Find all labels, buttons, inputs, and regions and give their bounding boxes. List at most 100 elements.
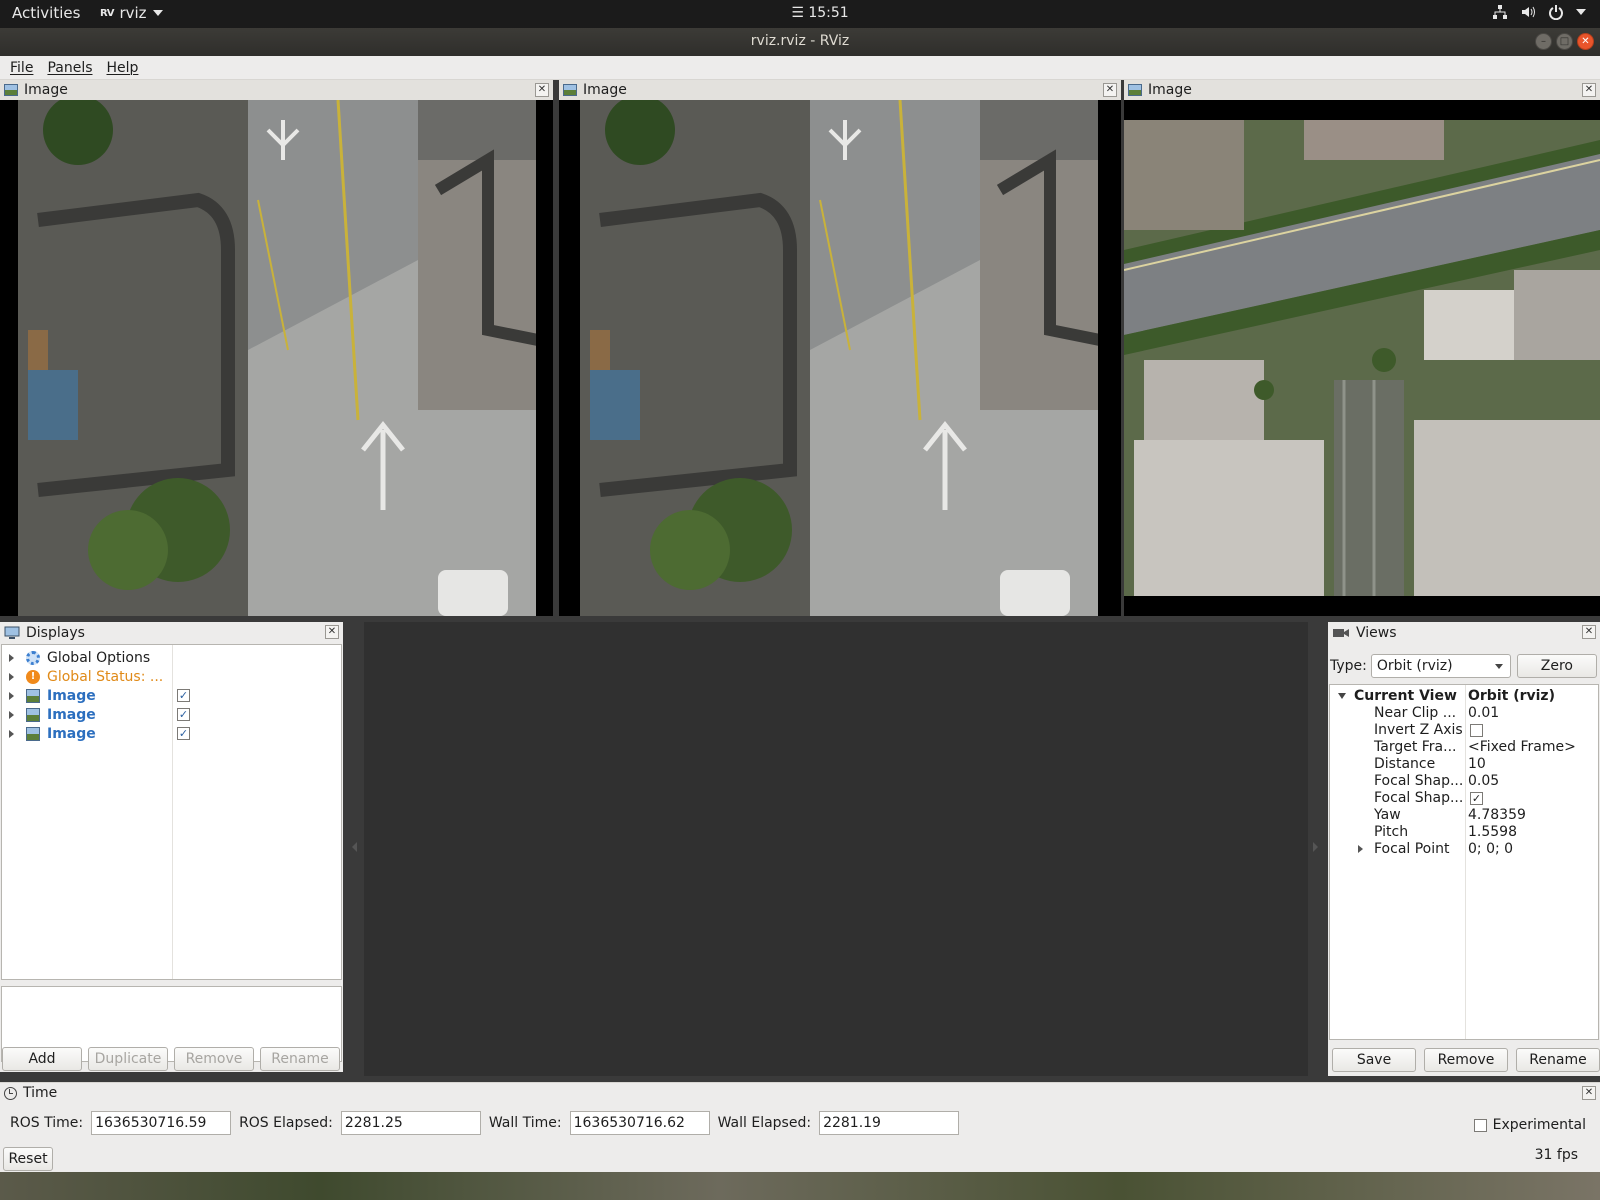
reset-button[interactable]: Reset (3, 1147, 53, 1171)
property-row[interactable]: Focal Shap... 0.05 (1330, 773, 1598, 790)
aerial-image-street (580, 100, 1098, 616)
image-panel-titlebar[interactable]: Image ✕ (1124, 80, 1600, 100)
remove-view-button[interactable]: Remove (1424, 1048, 1508, 1072)
property-value[interactable]: 10 (1468, 756, 1486, 772)
property-key: Yaw (1374, 807, 1401, 823)
image-viewport[interactable] (559, 100, 1121, 616)
tree-item-global-options[interactable]: Global Options (2, 648, 341, 667)
close-panel-button[interactable]: ✕ (1103, 83, 1117, 97)
close-panel-button[interactable]: ✕ (535, 83, 549, 97)
property-row[interactable]: Focal Point 0; 0; 0 (1330, 841, 1598, 858)
rviz-logo-icon: RV (100, 7, 114, 19)
collapse-right-arrow-icon[interactable] (1313, 842, 1318, 852)
collapse-arrow-icon[interactable] (1338, 693, 1346, 699)
view-properties-tree[interactable]: Current View Orbit (rviz) Near Clip ... … (1329, 684, 1599, 1040)
property-row[interactable]: Focal Shap... ✓ (1330, 790, 1598, 807)
expand-arrow-icon[interactable] (9, 729, 14, 738)
displays-panel-titlebar[interactable]: Displays ✕ (0, 622, 343, 644)
time-panel-titlebar[interactable]: Time (4, 1083, 57, 1103)
fps-readout: 31 fps (1534, 1147, 1578, 1163)
property-key: Target Fra... (1374, 739, 1457, 755)
wall-elapsed-field[interactable]: 2281.19 (819, 1111, 960, 1135)
image-viewport[interactable] (1124, 100, 1600, 616)
tree-item-label: Image (47, 725, 96, 742)
property-row[interactable]: Target Fra... <Fixed Frame> (1330, 739, 1598, 756)
close-panel-button[interactable]: ✕ (1582, 625, 1596, 639)
activities-button[interactable]: Activities (12, 4, 80, 22)
invert-z-checkbox[interactable] (1470, 724, 1483, 737)
render-3d-view[interactable] (364, 622, 1308, 1076)
image-panel-title: Image (583, 82, 627, 98)
menu-panels[interactable]: Panels (47, 60, 92, 76)
view-type-select[interactable]: Orbit (rviz) (1370, 654, 1511, 678)
ros-elapsed-field[interactable]: 2281.25 (340, 1111, 481, 1135)
enabled-checkbox[interactable]: ✓ (177, 708, 190, 721)
views-panel: Views ✕ Type: Orbit (rviz) Zero Current … (1328, 622, 1600, 1076)
experimental-checkbox[interactable] (1473, 1118, 1487, 1132)
property-key: Pitch (1374, 824, 1409, 840)
displays-tree[interactable]: Global Options ! Global Status: ... Imag… (1, 644, 342, 980)
current-view-label: Current View (1354, 688, 1457, 704)
focal-shape-checkbox[interactable]: ✓ (1470, 792, 1483, 805)
expand-arrow-icon[interactable] (9, 672, 14, 681)
image-icon (4, 84, 18, 96)
tree-item-image[interactable]: Image ✓ (2, 724, 341, 743)
close-window-button[interactable]: ✕ (1577, 33, 1594, 50)
property-value[interactable]: 1.5598 (1468, 824, 1517, 840)
ros-time-field[interactable]: 1636530716.59 (91, 1111, 232, 1135)
image-panel-3: Image ✕ (1124, 80, 1600, 616)
property-row[interactable]: Yaw 4.78359 (1330, 807, 1598, 824)
property-value[interactable]: 0; 0; 0 (1468, 841, 1513, 857)
property-row[interactable]: Near Clip ... 0.01 (1330, 705, 1598, 722)
menu-file[interactable]: File (10, 60, 33, 76)
view-type-value: Orbit (rviz) (1376, 658, 1453, 674)
zero-button[interactable]: Zero (1516, 654, 1597, 678)
remove-display-button[interactable]: Remove (174, 1047, 254, 1071)
collapse-left-arrow-icon[interactable] (352, 842, 357, 852)
minimize-button[interactable]: – (1535, 33, 1552, 50)
property-row[interactable]: Invert Z Axis (1330, 722, 1598, 739)
aerial-image-street (18, 100, 536, 616)
property-value[interactable]: 0.01 (1468, 705, 1499, 721)
property-value[interactable]: 4.78359 (1468, 807, 1526, 823)
close-panel-button[interactable]: ✕ (325, 625, 339, 639)
expand-arrow-icon[interactable] (9, 710, 14, 719)
gnome-top-bar: Activities RV rviz ☰ 15:51 (0, 0, 1600, 28)
property-row[interactable]: Pitch 1.5598 (1330, 824, 1598, 841)
save-view-button[interactable]: Save (1332, 1048, 1416, 1072)
menu-help[interactable]: Help (107, 60, 139, 76)
enabled-checkbox[interactable]: ✓ (177, 727, 190, 740)
experimental-label: Experimental (1492, 1117, 1586, 1133)
maximize-button[interactable]: □ (1556, 33, 1573, 50)
close-panel-button[interactable]: ✕ (1582, 83, 1596, 97)
wall-time-field[interactable]: 1636530716.62 (569, 1111, 710, 1135)
experimental-toggle[interactable]: Experimental (1473, 1117, 1586, 1133)
expand-arrow-icon[interactable] (1358, 845, 1363, 853)
close-panel-button[interactable]: ✕ (1582, 1086, 1596, 1100)
desktop-background (0, 1172, 1600, 1200)
image-viewport[interactable] (0, 100, 553, 616)
tree-item-global-status[interactable]: ! Global Status: ... (2, 667, 341, 686)
system-tray[interactable] (1492, 4, 1586, 20)
image-panel-titlebar[interactable]: Image ✕ (0, 80, 553, 100)
property-value[interactable]: 0.05 (1468, 773, 1499, 789)
app-menu[interactable]: RV rviz (100, 4, 163, 22)
add-display-button[interactable]: Add (2, 1047, 82, 1071)
rename-view-button[interactable]: Rename (1516, 1048, 1600, 1072)
views-panel-titlebar[interactable]: Views ✕ (1328, 622, 1600, 644)
expand-arrow-icon[interactable] (9, 691, 14, 700)
tree-item-image[interactable]: Image ✓ (2, 686, 341, 705)
window-titlebar[interactable]: rviz.rviz - RViz – □ ✕ (0, 28, 1600, 56)
duplicate-display-button[interactable]: Duplicate (88, 1047, 168, 1071)
displays-panel: Displays ✕ Global Options ! Global Statu… (0, 622, 343, 1072)
clock[interactable]: ☰ 15:51 (760, 5, 880, 21)
property-row[interactable]: Distance 10 (1330, 756, 1598, 773)
image-panel-title: Image (24, 82, 68, 98)
tree-item-image[interactable]: Image ✓ (2, 705, 341, 724)
rename-display-button[interactable]: Rename (260, 1047, 340, 1071)
current-view-row[interactable]: Current View Orbit (rviz) (1330, 688, 1598, 705)
property-value[interactable]: <Fixed Frame> (1468, 739, 1576, 755)
enabled-checkbox[interactable]: ✓ (177, 689, 190, 702)
expand-arrow-icon[interactable] (9, 653, 14, 662)
image-panel-titlebar[interactable]: Image ✕ (559, 80, 1121, 100)
